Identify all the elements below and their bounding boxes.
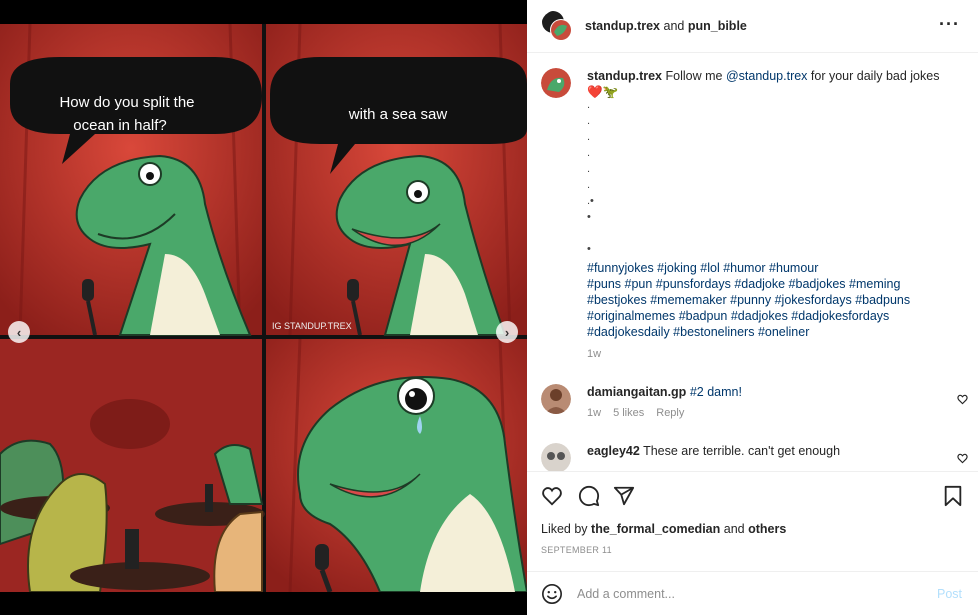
comment-like-count[interactable]: 5 likes [613,405,644,421]
coauthor-joiner: and [663,19,685,33]
previous-slide-button[interactable]: ‹ [8,321,30,343]
commenter-username[interactable]: damiangaitan.gp [587,385,686,399]
caption-dot: . [587,179,591,191]
next-slide-button[interactable]: › [496,321,518,343]
comment-reply-button[interactable]: Reply [656,405,684,421]
commenter-avatar[interactable] [541,443,571,471]
comment-input[interactable] [577,586,907,601]
add-comment-bar: Post [527,571,978,615]
post-authors: standup.trex and pun_bible [585,19,747,33]
emoji-icon[interactable] [541,583,563,605]
post-media: How do you split the ocean in half? with… [0,0,527,615]
comment-like-icon[interactable] [957,394,968,405]
collab-avatar[interactable] [541,10,573,42]
likes-summary: Liked by the_formal_comedian and others [541,522,786,536]
comment-icon[interactable] [578,485,600,507]
comment-like-icon[interactable] [957,453,968,464]
hashtag-line[interactable]: #bestjokes #mememaker #punny #jokesforda… [587,292,957,308]
caption-timestamp[interactable]: 1w [587,346,957,362]
caption-body: standup.trex Follow me @standup.trex for… [587,68,957,362]
bubble-2-text: with a sea saw [348,106,448,123]
share-icon[interactable] [613,485,635,507]
post-actions: Liked by the_formal_comedian and others … [527,471,978,571]
bookmark-icon[interactable] [942,485,964,507]
caption-text-before: Follow me [665,69,723,83]
likes-others-link[interactable]: others [748,522,786,536]
caption-dot: . [587,147,591,159]
post-comment-button[interactable]: Post [937,587,962,601]
post-panel: standup.trex and pun_bible ··· standup.t… [527,0,978,615]
hashtag-line[interactable]: #originalmemes #badpun #dadjokes #dadjok… [587,308,957,324]
caption-hashtags[interactable]: #funnyjokes #joking #lol #humor #humour … [587,260,957,340]
watermark: IG STANDUP.TREX [272,321,352,331]
comic-image: How do you split the ocean in half? with… [0,24,527,592]
caption-dot: .• [587,195,594,207]
caption-avatar[interactable] [541,68,571,98]
comment-meta: 1w 5 likes Reply [587,405,742,421]
comment-body: damiangaitan.gp #2 damn! 1w 5 likes Repl… [587,384,742,421]
caption-text-after: for your daily bad jokes [810,69,940,83]
caption-dot: • [587,211,591,223]
caption-dot [587,228,957,244]
caption-dot: . [587,115,591,127]
caption-mention[interactable]: @standup.trex [726,69,807,83]
hashtag-line[interactable]: #puns #pun #punsfordays #dadjoke #badjok… [587,276,957,292]
commenter-avatar[interactable] [541,384,571,414]
caption-emoji: ❤️🦖 [587,85,619,99]
coauthor-username[interactable]: pun_bible [688,19,747,33]
hashtag-line[interactable]: #dadjokesdaily #bestoneliners #oneliner [587,324,957,340]
likes-joiner: and [723,522,745,536]
comments-section[interactable]: standup.trex Follow me @standup.trex for… [527,54,978,471]
comment-text: #2 damn! [689,385,742,399]
post-header: standup.trex and pun_bible ··· [527,0,978,53]
comment-item: damiangaitan.gp #2 damn! 1w 5 likes Repl… [541,384,961,421]
caption-dot: • [587,243,591,255]
caption-username[interactable]: standup.trex [587,69,662,83]
comment-text: These are terrible. can't get enough [643,444,841,458]
bubble-1-line-1: How do you split the [59,94,194,111]
caption-dot: . [587,99,591,111]
comment-body: eagley42 These are terrible. can't get e… [587,443,840,471]
heart-icon[interactable] [541,485,563,507]
commenter-username[interactable]: eagley42 [587,444,640,458]
caption-dot: . [587,163,591,175]
hashtag-line[interactable]: #funnyjokes #joking #lol #humor #humour [587,260,957,276]
comment-item: eagley42 These are terrible. can't get e… [541,443,961,471]
bubble-1-line-2: ocean in half? [73,117,166,134]
action-icons [541,485,966,507]
post-date[interactable]: SEPTEMBER 11 [541,545,612,555]
comment-timestamp[interactable]: 1w [587,405,601,421]
post-caption: standup.trex Follow me @standup.trex for… [541,68,961,362]
likes-prefix: Liked by [541,522,588,536]
caption-dot: . [587,131,591,143]
owner-username[interactable]: standup.trex [585,19,660,33]
liker-username[interactable]: the_formal_comedian [591,522,720,536]
more-icon[interactable]: ··· [939,14,960,35]
